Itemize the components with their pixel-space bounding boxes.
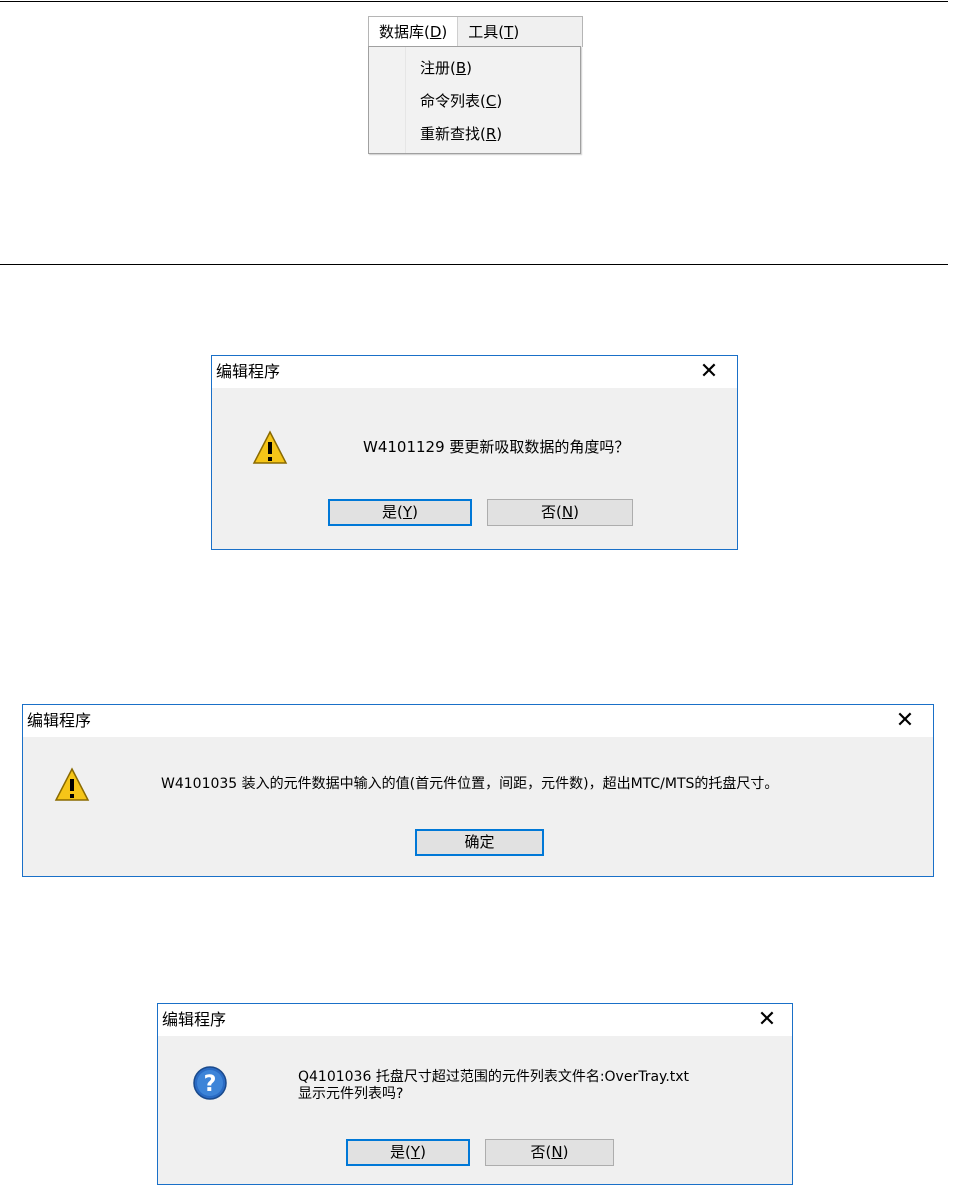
yes-button-label-end: ) xyxy=(412,503,418,521)
no-button[interactable]: 否(N) xyxy=(485,1139,614,1166)
menu-tools-label-end: ) xyxy=(513,23,520,41)
dialog-titlebar: 编辑程序 ✕ xyxy=(158,1004,792,1036)
menu-icon-gutter xyxy=(369,47,406,153)
menu-item-command-list-label: 命令列表( xyxy=(420,92,486,110)
menu-item-register-accelerator: B xyxy=(455,59,467,77)
dialog-title: 编辑程序 xyxy=(216,362,281,381)
menu-database-label-end: ) xyxy=(441,23,448,41)
dialog-message-line-1: Q4101036 托盘尺寸超过范围的元件列表文件名:OverTray.txt xyxy=(298,1069,690,1085)
menu-item-command-list-label-end: ) xyxy=(496,92,503,110)
menu-item-research[interactable]: 重新查找(R) xyxy=(420,121,502,147)
dialog-titlebar: 编辑程序 ✕ xyxy=(212,356,737,388)
dialog-title: 编辑程序 xyxy=(27,711,92,730)
section-divider xyxy=(0,264,948,265)
yes-button-label-end: ) xyxy=(420,1143,426,1161)
no-button-label: 否( xyxy=(541,503,562,521)
menu-tools-accelerator: T xyxy=(504,23,514,41)
dialog-tray-size-warning: 编辑程序 ✕ W4101035 装入的元件数据中输入的值(首元件位置，间距，元件… xyxy=(22,704,934,877)
menu-item-register[interactable]: 注册(B) xyxy=(420,55,472,81)
dialog-message: W4101035 装入的元件数据中输入的值(首元件位置，间距，元件数)，超出MT… xyxy=(161,776,779,792)
no-button-accelerator: N xyxy=(561,503,574,521)
menu-database[interactable]: 数据库(D) xyxy=(369,17,459,47)
warning-icon xyxy=(252,430,288,464)
menu-item-register-label-end: ) xyxy=(466,59,473,77)
no-button[interactable]: 否(N) xyxy=(487,499,633,526)
menu-database-accelerator: D xyxy=(429,23,442,41)
dialog-angle-update: 编辑程序 ✕ W4101129 要更新吸取数据的角度吗？ 是(Y) 否(N) xyxy=(211,355,738,550)
database-dropdown-menu: 注册(B) 命令列表(C) 重新查找(R) xyxy=(368,46,581,154)
dialog-message: W4101129 要更新吸取数据的角度吗？ xyxy=(363,438,630,456)
yes-button[interactable]: 是(Y) xyxy=(346,1139,470,1166)
menu-tools-label: 工具( xyxy=(468,23,505,41)
question-icon: ? xyxy=(193,1066,227,1100)
menu-item-research-accelerator: R xyxy=(485,125,497,143)
menu-item-register-label: 注册( xyxy=(420,59,456,77)
yes-button-label: 是( xyxy=(382,503,403,521)
yes-button-accelerator: Y xyxy=(410,1143,421,1161)
menu-database-label: 数据库( xyxy=(379,23,430,41)
yes-button-label: 是( xyxy=(390,1143,411,1161)
dialog-title: 编辑程序 xyxy=(162,1010,227,1029)
menu-item-command-list[interactable]: 命令列表(C) xyxy=(420,88,502,114)
no-button-label-end: ) xyxy=(573,503,579,521)
menu-tools[interactable]: 工具(T) xyxy=(458,17,529,47)
svg-text:?: ? xyxy=(204,1072,217,1097)
ok-button-label: 确定 xyxy=(464,833,495,851)
top-divider xyxy=(0,1,948,2)
yes-button-accelerator: Y xyxy=(402,503,413,521)
no-button-accelerator: N xyxy=(551,1143,563,1161)
dialog-titlebar: 编辑程序 ✕ xyxy=(23,705,933,737)
close-icon[interactable]: ✕ xyxy=(894,710,916,732)
dialog-show-component-list: 编辑程序 ✕ ? Q4101036 托盘尺寸超过范围的元件列表文件名:OverT… xyxy=(157,1003,793,1185)
ok-button[interactable]: 确定 xyxy=(415,829,544,856)
no-button-label-end: ) xyxy=(562,1143,569,1161)
dialog-message-line-2: 显示元件列表吗? xyxy=(298,1086,404,1102)
close-icon[interactable]: ✕ xyxy=(756,1009,778,1031)
menu-item-research-label: 重新查找( xyxy=(420,125,486,143)
menu-bar: 数据库(D) 工具(T) xyxy=(368,16,583,47)
yes-button[interactable]: 是(Y) xyxy=(328,499,472,526)
menu-item-command-list-accelerator: C xyxy=(485,92,497,110)
no-button-label: 否( xyxy=(530,1143,552,1161)
close-icon[interactable]: ✕ xyxy=(698,361,720,383)
menu-item-research-label-end: ) xyxy=(496,125,503,143)
warning-icon xyxy=(54,767,90,801)
